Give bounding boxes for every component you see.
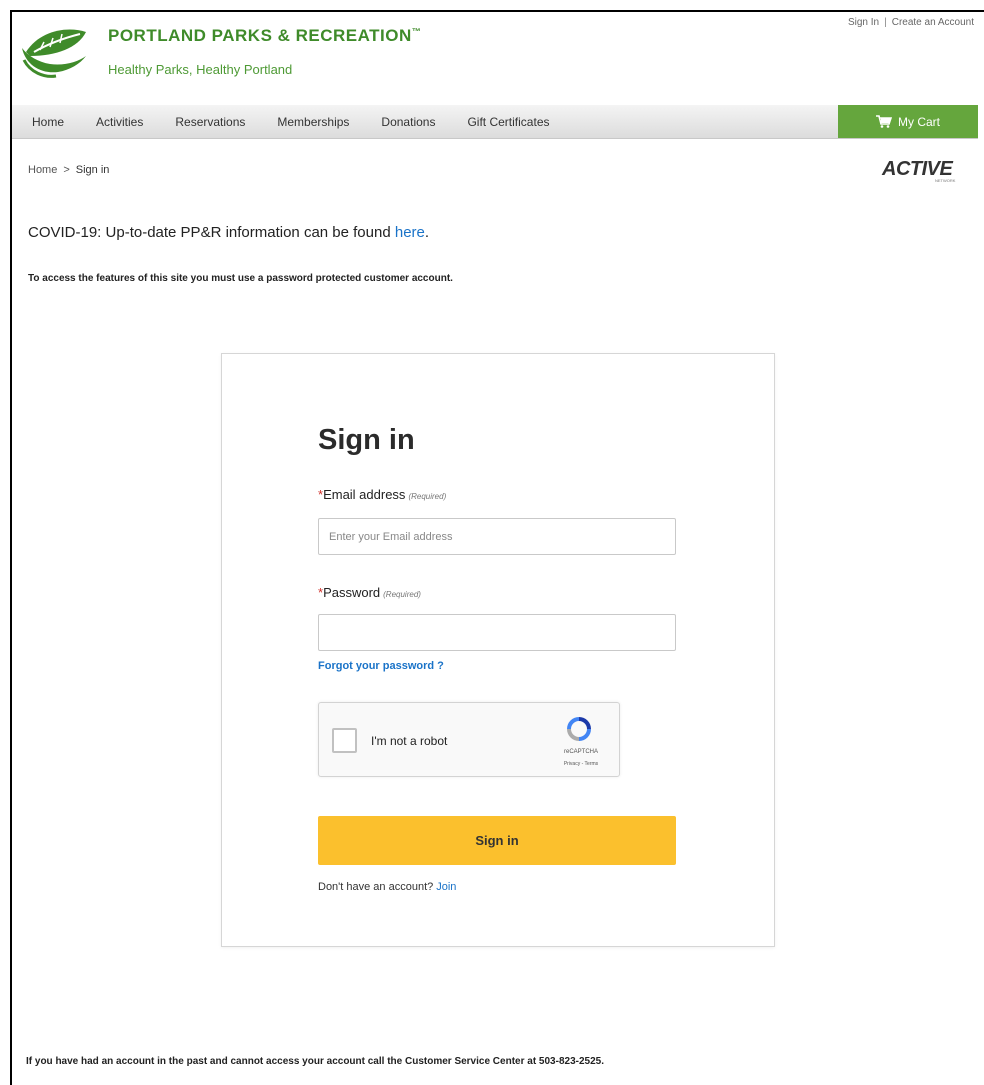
- password-field[interactable]: [318, 614, 676, 651]
- join-link[interactable]: Join: [436, 881, 456, 893]
- signin-submit-button[interactable]: Sign in: [318, 816, 676, 865]
- shopping-cart-icon: [876, 115, 892, 128]
- password-required-note: (Required): [383, 590, 421, 599]
- password-label-text: Password: [323, 585, 381, 600]
- nav-gift-certificates[interactable]: Gift Certificates: [467, 115, 549, 129]
- recaptcha-label: I'm not a robot: [371, 734, 448, 748]
- recaptcha-checkbox[interactable]: [332, 728, 357, 753]
- nav-memberships[interactable]: Memberships: [277, 115, 349, 129]
- active-network-subtext: NETWORK: [935, 178, 956, 183]
- join-prompt: Don't have an account? Join: [318, 881, 456, 893]
- account-links: Sign In | Create an Account: [848, 17, 974, 28]
- trademark-mark: ™: [411, 26, 422, 37]
- nav-donations[interactable]: Donations: [381, 115, 435, 129]
- signin-title: Sign in: [318, 424, 415, 456]
- my-cart-button[interactable]: My Cart: [838, 105, 978, 138]
- main-nav: Home Activities Reservations Memberships…: [12, 105, 978, 139]
- email-field[interactable]: [318, 518, 676, 555]
- recaptcha-logo-icon: [567, 717, 591, 741]
- email-required-note: (Required): [408, 492, 447, 501]
- breadcrumb-current: Sign in: [75, 164, 110, 176]
- access-note: To access the features of this site you …: [28, 273, 453, 284]
- nav-home[interactable]: Home: [32, 115, 64, 129]
- join-prompt-text: Don't have an account?: [318, 881, 434, 893]
- breadcrumb-separator: >: [63, 164, 70, 176]
- covid-tail: .: [424, 224, 430, 241]
- covid-notice: COVID-19: Up-to-date PP&R information ca…: [28, 224, 429, 241]
- forgot-password-link[interactable]: Forgot your password ?: [318, 660, 444, 672]
- footer-note: If you have had an account in the past a…: [26, 1056, 604, 1067]
- breadcrumb: Home > Sign in: [28, 164, 109, 176]
- email-label: *Email address (Required): [318, 487, 446, 502]
- nav-activities[interactable]: Activities: [96, 115, 143, 129]
- covid-text: COVID-19: Up-to-date PP&R information ca…: [28, 224, 395, 241]
- recaptcha-widget: I'm not a robot reCAPTCHA Privacy - Term…: [318, 702, 620, 777]
- top-sign-in-link[interactable]: Sign In: [848, 17, 879, 28]
- recaptcha-brand: reCAPTCHA: [563, 749, 598, 755]
- password-label: *Password (Required): [318, 585, 421, 600]
- org-tagline: Healthy Parks, Healthy Portland: [108, 62, 293, 77]
- nav-reservations[interactable]: Reservations: [175, 115, 245, 129]
- breadcrumb-home[interactable]: Home: [28, 164, 57, 176]
- recaptcha-terms-link[interactable]: Privacy - Terms: [551, 761, 611, 767]
- leaf-hands-logo-icon: [22, 29, 86, 78]
- org-name: PORTLAND PARKS & RECREATION™: [108, 26, 422, 45]
- link-separator: |: [884, 17, 887, 28]
- create-account-link[interactable]: Create an Account: [892, 17, 974, 28]
- signin-card: Sign in *Email address(Required) *Passwo…: [221, 353, 775, 947]
- cart-label: My Cart: [898, 114, 940, 129]
- email-label-text: Email address: [323, 487, 406, 502]
- covid-info-link[interactable]: here: [395, 224, 425, 241]
